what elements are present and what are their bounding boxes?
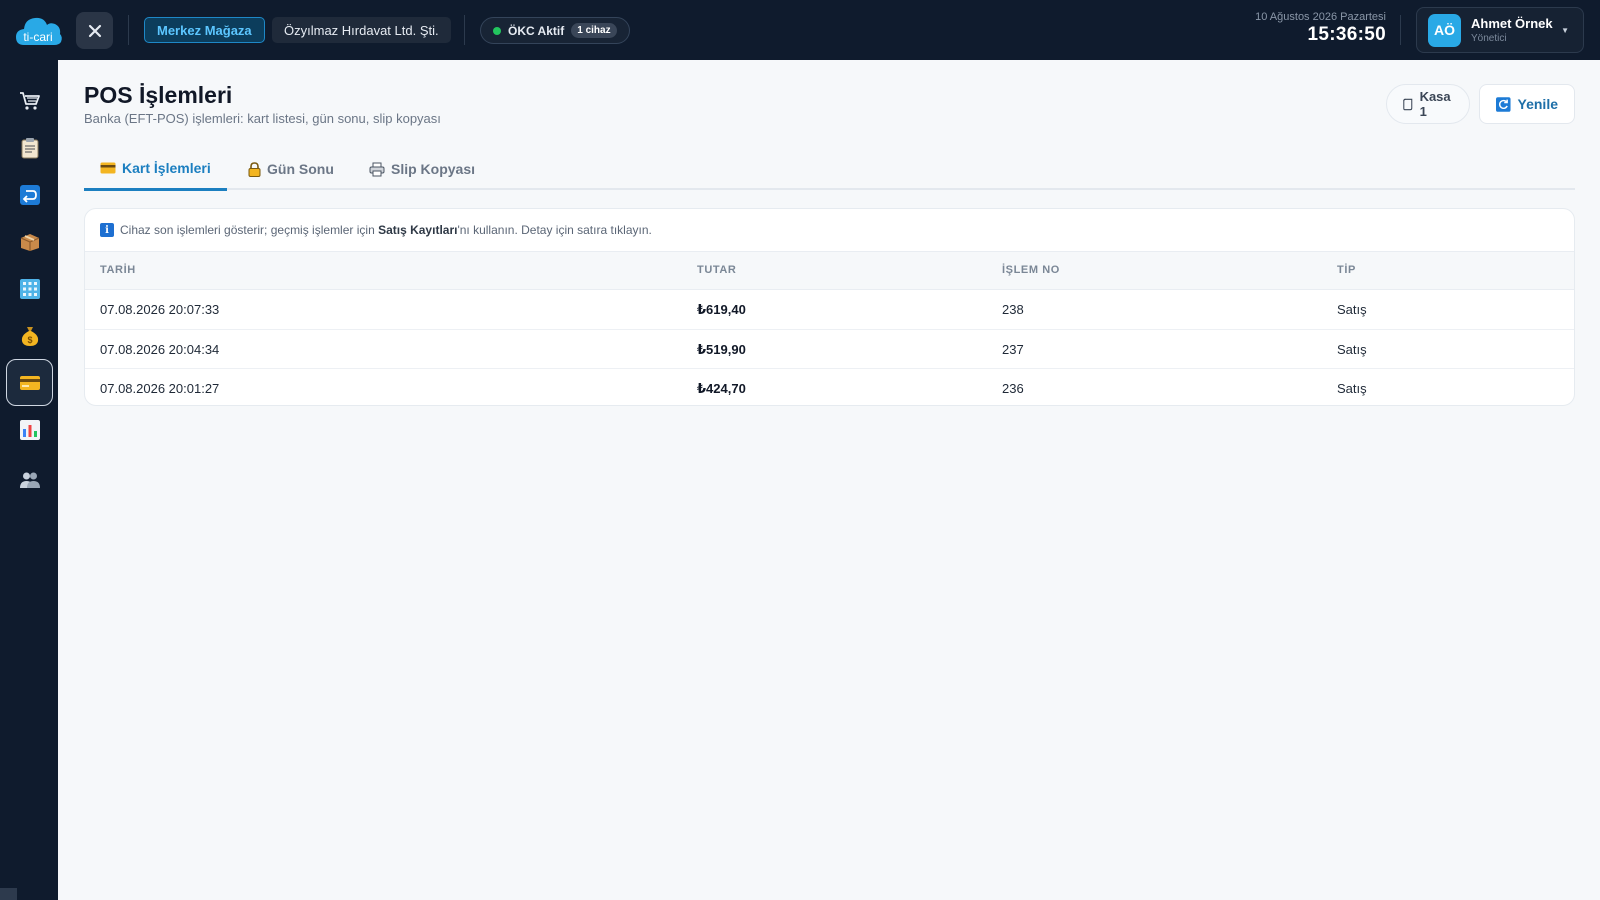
column-header-transaction-no[interactable]: İŞLEM NO: [1002, 264, 1060, 276]
tab-label: Kart İşlemleri: [122, 160, 211, 176]
sidebar: $: [0, 60, 58, 900]
lock-icon: [248, 161, 261, 177]
cell-date: 07.08.2026 20:01:27: [100, 381, 220, 396]
cell-transaction-no: 238: [1002, 302, 1024, 317]
users-icon: [19, 472, 40, 488]
cell-amount: ₺424,70: [697, 381, 746, 396]
credit-card-icon: [19, 375, 40, 390]
cell-amount: ₺619,40: [697, 302, 746, 317]
cell-type: Satış: [1337, 381, 1367, 396]
kasa-selector-button[interactable]: Kasa 1: [1386, 84, 1470, 124]
divider: [1400, 15, 1401, 45]
sidebar-item-reports[interactable]: [6, 406, 53, 453]
clipboard-icon: [21, 137, 38, 158]
table-row[interactable]: 07.08.2026 20:01:27 ₺424,70 236 Satış: [85, 369, 1574, 405]
cell-date: 07.08.2026 20:04:34: [100, 341, 220, 357]
tab-label: Slip Kopyası: [391, 161, 476, 177]
sales-records-link: Satış Kayıtları: [378, 223, 458, 237]
sidebar-resize-handle[interactable]: [0, 888, 17, 900]
column-header-amount[interactable]: TUTAR: [697, 264, 736, 276]
column-header-date[interactable]: TARİH: [100, 264, 136, 276]
tab-bar: Kart İşlemleri Gün Sonu Slip Kopyası: [84, 148, 1575, 191]
okc-status[interactable]: ÖKC Aktif 1 cihaz: [480, 17, 630, 44]
okc-device-count: 1 cihaz: [571, 23, 617, 38]
top-bar: ti-cari Merkez Mağaza Özyılmaz Hırdavat …: [0, 0, 1600, 60]
column-header-type[interactable]: TİP: [1337, 264, 1356, 276]
sidebar-item-returns[interactable]: [6, 171, 53, 218]
svg-text:$: $: [27, 335, 32, 345]
info-icon: i: [100, 223, 114, 237]
cell-transaction-no: 237: [1002, 341, 1024, 357]
close-button[interactable]: [76, 12, 113, 49]
current-time: 15:36:50: [1307, 24, 1386, 45]
info-text: Cihaz son işlemleri gösterir; geçmiş işl…: [120, 223, 652, 237]
user-menu[interactable]: AÖ Ahmet Örnek Yönetici ▼: [1416, 7, 1584, 53]
grid-icon: [19, 278, 40, 299]
refresh-button[interactable]: Yenile: [1479, 84, 1575, 124]
page-title: POS İşlemleri: [84, 82, 233, 108]
cell-type: Satış: [1337, 302, 1367, 317]
ti-cari-logo[interactable]: ti-cari: [14, 12, 64, 48]
info-banner: i Cihaz son işlemleri gösterir; geçmiş i…: [85, 209, 1574, 252]
date-time: 10 Ağustos 2026 Pazartesi 15:36:50: [1255, 11, 1386, 46]
kasa-label: Kasa 1: [1419, 89, 1451, 119]
main-content: POS İşlemleri Banka (EFT-POS) işlemleri:…: [58, 60, 1600, 900]
sidebar-item-stores[interactable]: [6, 265, 53, 312]
tab-card-transactions[interactable]: Kart İşlemleri: [84, 148, 227, 191]
store-selector[interactable]: Merkez Mağaza: [144, 17, 265, 43]
cart-icon: [19, 91, 40, 110]
sidebar-item-pos[interactable]: [6, 359, 53, 406]
bar-chart-icon: [19, 419, 40, 440]
return-icon: [19, 184, 40, 205]
user-name: Ahmet Örnek: [1471, 16, 1553, 31]
divider: [128, 15, 129, 45]
cell-type: Satış: [1337, 341, 1367, 357]
tab-slip-copy[interactable]: Slip Kopyası: [369, 148, 475, 190]
okc-status-label: ÖKC Aktif: [508, 23, 565, 38]
printer-icon: [369, 162, 385, 176]
user-role: Yönetici: [1471, 33, 1507, 44]
sidebar-item-products[interactable]: [6, 218, 53, 265]
sidebar-item-sales[interactable]: [6, 77, 53, 124]
box-icon: [20, 233, 39, 251]
table-header: TARİH TUTAR İŞLEM NO TİP: [85, 252, 1574, 290]
caret-down-icon: ▼: [1561, 26, 1569, 35]
status-dot-icon: [493, 26, 501, 35]
table-row[interactable]: 07.08.2026 20:07:33 ₺619,40 238 Satış: [85, 290, 1574, 330]
sidebar-item-users[interactable]: [6, 456, 53, 503]
money-bag-icon: $: [21, 326, 38, 346]
sidebar-item-records[interactable]: [6, 124, 53, 171]
cell-transaction-no: 236: [1002, 381, 1024, 396]
company-selector[interactable]: Özyılmaz Hırdavat Ltd. Şti.: [272, 17, 451, 43]
table-row[interactable]: 07.08.2026 20:04:34 ₺519,90 237 Satış: [85, 330, 1574, 369]
transactions-card: i Cihaz son işlemleri gösterir; geçmiş i…: [84, 208, 1575, 406]
cell-amount: ₺519,90: [697, 341, 746, 357]
current-date: 10 Ağustos 2026 Pazartesi: [1255, 11, 1386, 23]
page-subtitle: Banka (EFT-POS) işlemleri: kart listesi,…: [84, 111, 441, 126]
receipt-icon: [1403, 98, 1413, 110]
cell-date: 07.08.2026 20:07:33: [100, 302, 220, 317]
divider: [464, 15, 465, 45]
tab-label: Gün Sonu: [267, 161, 334, 177]
refresh-icon: [1496, 96, 1511, 112]
close-icon: [88, 24, 101, 37]
sidebar-item-cash[interactable]: $: [6, 312, 53, 359]
tab-end-of-day[interactable]: Gün Sonu: [248, 148, 334, 190]
refresh-label: Yenile: [1517, 96, 1558, 112]
card-icon: [100, 162, 116, 174]
avatar: AÖ: [1428, 13, 1461, 47]
logo-text: ti-cari: [23, 30, 52, 44]
